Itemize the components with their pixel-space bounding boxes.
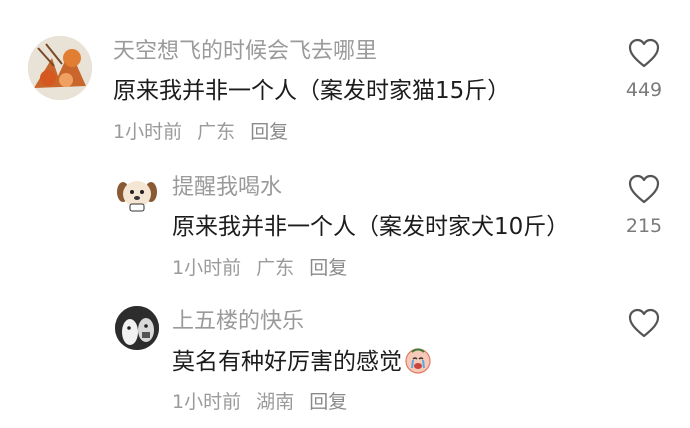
comment-text-body: 莫名有种好厉害的感觉 [172,349,402,375]
comment-time: 1小时前 [113,121,183,143]
crying-face-emoji-icon [404,346,432,382]
comment-location: 湖南 [256,391,295,413]
user-avatar[interactable] [115,172,159,216]
cartoon-dog-avatar-icon [117,181,157,212]
user-avatar[interactable] [28,36,92,100]
comment-meta: 1小时前 广东 回复 [113,120,297,144]
comment-text: 原来我并非一个人（案发时家犬10斤） [172,214,570,240]
comment-time: 1小时前 [172,391,242,413]
comment-text: 莫名有种好厉害的感觉 [172,346,432,382]
comment-item: 提醒我喝水 原来我并非一个人（案发时家犬10斤） 1小时前 广东 回复 215 [0,150,690,290]
reply-button[interactable]: 回复 [309,257,347,279]
comment-username[interactable]: 上五楼的快乐 [172,308,304,336]
comment-time: 1小时前 [172,257,242,279]
comment-meta: 1小时前 广东 回复 [172,256,356,280]
like-count: 449 [625,79,663,101]
comment-location: 广东 [256,257,295,279]
like-button[interactable]: 215 [614,174,674,238]
autumn-leaves-avatar-icon [28,36,92,100]
cartoon-figure-avatar-icon [115,306,159,350]
heart-icon [628,38,660,68]
user-avatar[interactable] [115,306,159,350]
comment-item: 上五楼的快乐 莫名有种好厉害的感觉 1小时前 湖南 回复 [0,290,690,428]
comment-meta: 1小时前 湖南 回复 [172,390,356,414]
comment-item: 天空想飞的时候会飞去哪里 原来我并非一个人（案发时家猫15斤） 1小时前 广东 … [0,0,690,150]
comment-username[interactable]: 天空想飞的时候会飞去哪里 [113,38,377,66]
reply-button[interactable]: 回复 [309,391,347,413]
like-button[interactable] [614,308,674,348]
reply-button[interactable]: 回复 [250,121,288,143]
heart-icon [628,308,660,338]
comment-text: 原来我并非一个人（案发时家猫15斤） [113,78,511,104]
like-button[interactable]: 449 [614,38,674,102]
comment-location: 广东 [197,121,236,143]
heart-icon [628,174,660,204]
comment-username[interactable]: 提醒我喝水 [172,174,282,202]
like-count: 215 [625,215,663,237]
